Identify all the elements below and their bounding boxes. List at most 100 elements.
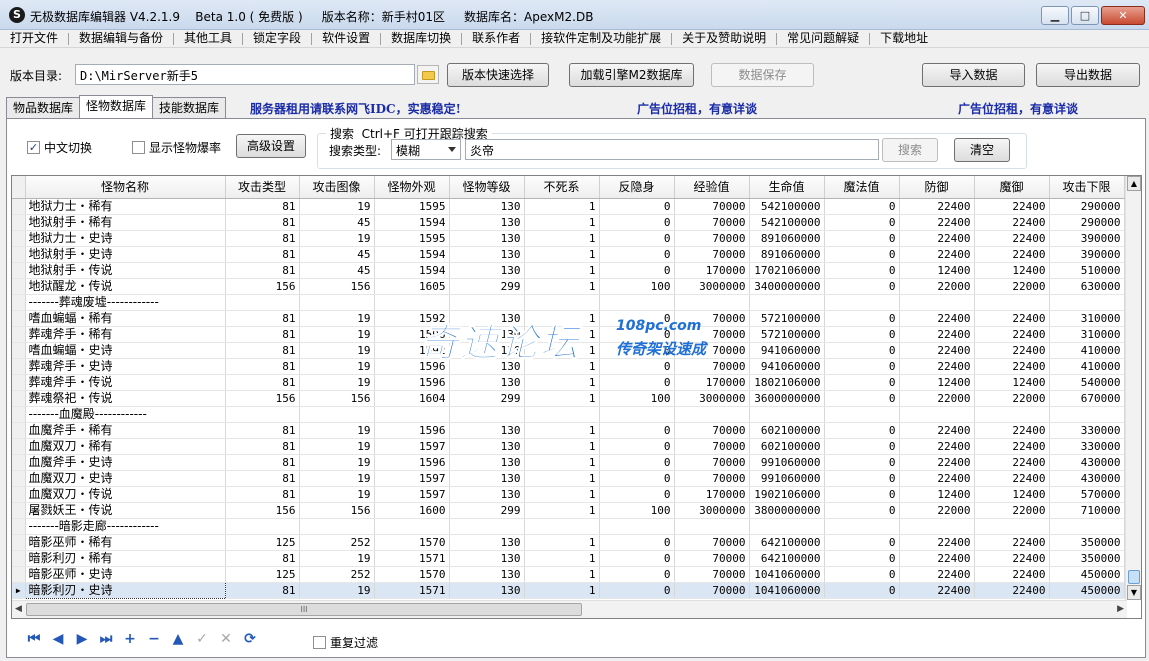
- table-cell[interactable]: 81: [225, 326, 300, 343]
- table-cell[interactable]: 450000: [1049, 566, 1125, 583]
- table-cell[interactable]: 310000: [1049, 326, 1125, 343]
- horizontal-scroll-thumb[interactable]: III: [26, 603, 582, 616]
- table-cell[interactable]: 130: [449, 358, 525, 375]
- table-cell[interactable]: 941060000: [749, 342, 825, 359]
- menu-item[interactable]: 联系作者: [462, 30, 530, 48]
- table-cell[interactable]: 81: [225, 582, 300, 599]
- table-row[interactable]: 地狱射手・传说 81 45 1594 130 1 0 170000 1702106000 0 124…: [12, 262, 1125, 279]
- table-cell[interactable]: 葬魂斧手・传说: [25, 374, 226, 391]
- quick-select-button[interactable]: 版本快速选择: [447, 63, 549, 87]
- menu-item[interactable]: 常见问题解疑: [777, 30, 869, 48]
- table-cell[interactable]: 70000: [674, 358, 750, 375]
- table-cell[interactable]: 130: [449, 550, 525, 567]
- row-indicator[interactable]: [12, 358, 26, 375]
- table-cell[interactable]: 1: [524, 470, 600, 487]
- table-cell[interactable]: 19: [299, 230, 375, 247]
- table-cell[interactable]: 350000: [1049, 534, 1125, 551]
- table-row[interactable]: 暗影巫师・稀有 125 252 1570 130 1 0 70000 642100000 0 224…: [12, 534, 1125, 551]
- table-cell[interactable]: 81: [225, 342, 300, 359]
- table-cell[interactable]: 葬魂斧手・史诗: [25, 358, 226, 375]
- table-cell[interactable]: 1596: [374, 326, 450, 343]
- column-header[interactable]: 怪物外观: [374, 176, 450, 199]
- table-cell[interactable]: 0: [824, 486, 900, 503]
- table-cell[interactable]: 19: [299, 470, 375, 487]
- table-cell[interactable]: 地狱射手・传说: [25, 262, 226, 279]
- table-cell[interactable]: 130: [449, 454, 525, 471]
- table-cell[interactable]: 22400: [974, 470, 1050, 487]
- table-cell[interactable]: 81: [225, 230, 300, 247]
- table-cell[interactable]: 542100000: [749, 214, 825, 231]
- table-cell[interactable]: 602100000: [749, 422, 825, 439]
- table-cell[interactable]: 130: [449, 198, 525, 215]
- table-cell[interactable]: [974, 406, 1050, 423]
- next-record-icon[interactable]: ▶: [73, 630, 91, 648]
- show-drop-rate-checkbox[interactable]: 显示怪物爆率: [132, 139, 221, 156]
- table-cell[interactable]: 1597: [374, 470, 450, 487]
- table-cell[interactable]: 130: [449, 534, 525, 551]
- table-cell[interactable]: 542100000: [749, 198, 825, 215]
- search-type-select[interactable]: 模糊: [391, 139, 461, 160]
- table-cell[interactable]: 156: [225, 278, 300, 295]
- table-cell[interactable]: 1: [524, 454, 600, 471]
- table-cell[interactable]: [374, 518, 450, 535]
- table-cell[interactable]: 1594: [374, 214, 450, 231]
- table-cell[interactable]: 130: [449, 438, 525, 455]
- table-cell[interactable]: 81: [225, 374, 300, 391]
- table-cell[interactable]: 血魔双刀・稀有: [25, 438, 226, 455]
- table-cell[interactable]: 81: [225, 246, 300, 263]
- table-cell[interactable]: 0: [599, 566, 675, 583]
- table-cell[interactable]: 1: [524, 550, 600, 567]
- table-cell[interactable]: 0: [599, 470, 675, 487]
- column-header[interactable]: 防御: [899, 176, 975, 199]
- table-cell[interactable]: [824, 518, 900, 535]
- table-cell[interactable]: 0: [599, 198, 675, 215]
- table-cell[interactable]: 70000: [674, 566, 750, 583]
- table-cell[interactable]: [899, 518, 975, 535]
- table-cell[interactable]: 572100000: [749, 326, 825, 343]
- table-cell[interactable]: 19: [299, 342, 375, 359]
- table-cell[interactable]: [899, 406, 975, 423]
- row-indicator[interactable]: [12, 502, 26, 519]
- table-cell[interactable]: 22400: [974, 310, 1050, 327]
- table-cell[interactable]: 1571: [374, 582, 450, 599]
- table-cell[interactable]: 19: [299, 310, 375, 327]
- table-cell[interactable]: 血魔双刀・史诗: [25, 470, 226, 487]
- table-cell[interactable]: 12400: [899, 262, 975, 279]
- cancel-record-icon[interactable]: ✕: [217, 630, 235, 648]
- table-cell[interactable]: 430000: [1049, 454, 1125, 471]
- table-cell[interactable]: 290000: [1049, 198, 1125, 215]
- table-cell[interactable]: 22400: [899, 550, 975, 567]
- table-cell[interactable]: 1600: [374, 502, 450, 519]
- table-cell[interactable]: [524, 406, 600, 423]
- table-cell[interactable]: 22400: [974, 422, 1050, 439]
- table-cell[interactable]: 100: [599, 390, 675, 407]
- table-cell[interactable]: 22400: [899, 310, 975, 327]
- scroll-right-icon[interactable]: ▶: [1117, 604, 1124, 614]
- table-cell[interactable]: 290000: [1049, 214, 1125, 231]
- table-cell[interactable]: 0: [824, 214, 900, 231]
- table-cell[interactable]: 81: [225, 470, 300, 487]
- table-cell[interactable]: 22400: [899, 582, 975, 599]
- table-cell[interactable]: 81: [225, 358, 300, 375]
- column-header[interactable]: 不死系: [524, 176, 600, 199]
- table-cell[interactable]: [1049, 294, 1125, 311]
- table-cell[interactable]: 891060000: [749, 246, 825, 263]
- table-cell[interactable]: 310000: [1049, 310, 1125, 327]
- table-row[interactable]: 地狱醒龙・传说 156 156 1605 299 1 100 3000000 340000000…: [12, 278, 1125, 295]
- table-cell[interactable]: 1: [524, 278, 600, 295]
- column-header[interactable]: 攻击下限: [1049, 176, 1125, 199]
- table-cell[interactable]: 22400: [974, 246, 1050, 263]
- table-cell[interactable]: [899, 294, 975, 311]
- table-cell[interactable]: 1596: [374, 422, 450, 439]
- table-cell[interactable]: 0: [599, 310, 675, 327]
- table-cell[interactable]: 地狱力士・稀有: [25, 198, 226, 215]
- table-cell[interactable]: 156: [299, 390, 375, 407]
- table-cell[interactable]: 0: [599, 438, 675, 455]
- column-header[interactable]: 反隐身: [599, 176, 675, 199]
- table-cell[interactable]: 血魔双刀・传说: [25, 486, 226, 503]
- row-pointer-icon[interactable]: ▶: [12, 582, 26, 599]
- table-cell[interactable]: 1: [524, 582, 600, 599]
- table-cell[interactable]: 19: [299, 486, 375, 503]
- row-indicator[interactable]: [12, 438, 26, 455]
- table-cell[interactable]: 1: [524, 566, 600, 583]
